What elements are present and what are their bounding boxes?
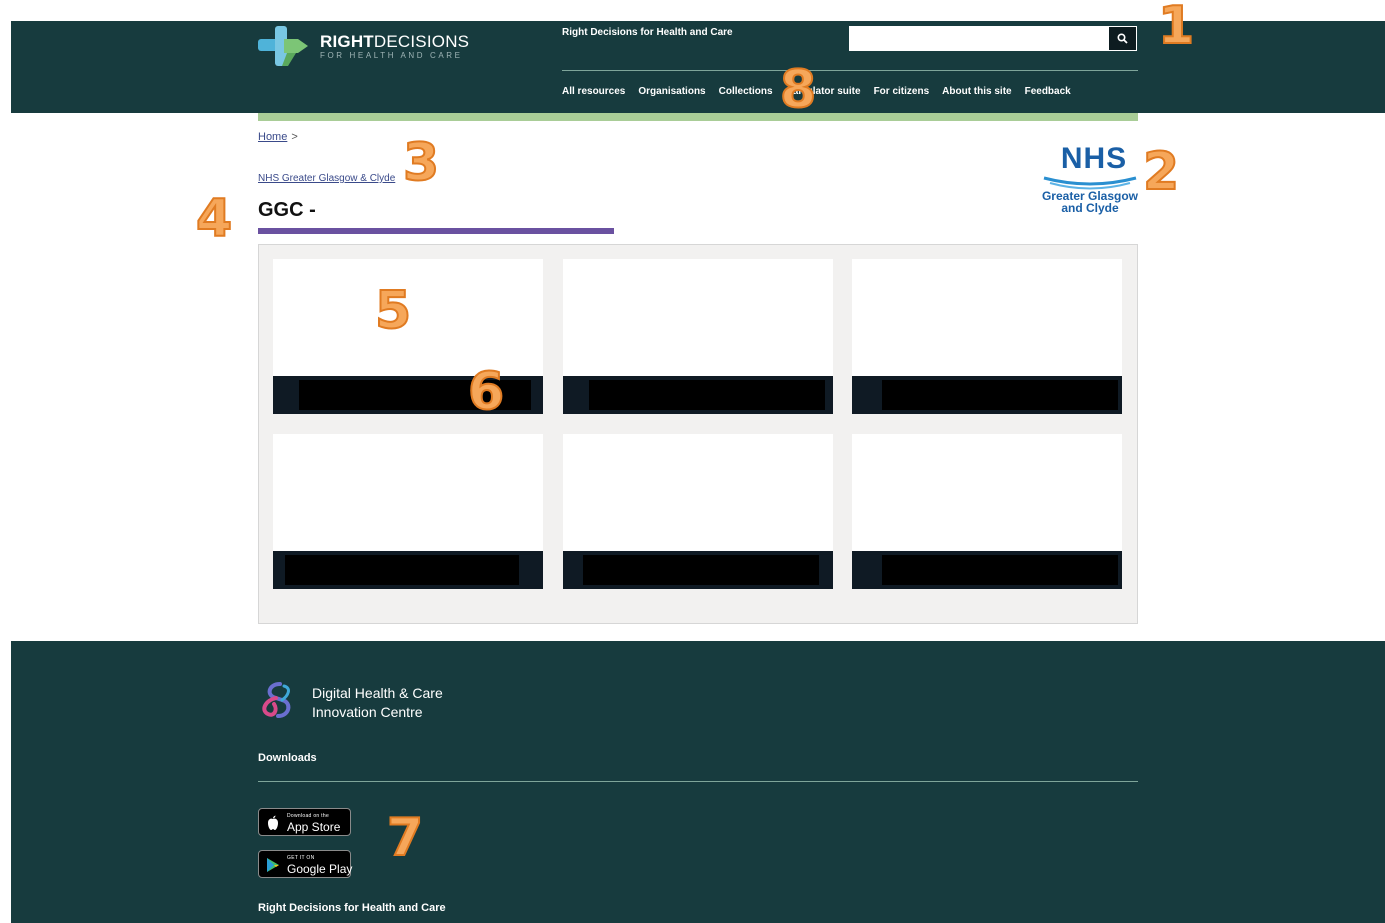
nhs-swoosh-icon	[1043, 176, 1137, 190]
resource-tile[interactable]	[273, 434, 543, 589]
annotation-marker-7: 7	[386, 808, 424, 868]
annotation-marker-5: 5	[374, 281, 412, 341]
dhc-innovation-centre-name: Digital Health & Care Innovation Centre	[312, 684, 443, 722]
search-icon	[1117, 33, 1128, 44]
right-decisions-logo-icon	[258, 26, 308, 66]
tile-label-bar	[563, 551, 833, 589]
google-play-icon	[267, 858, 279, 872]
dhc-line1: Digital Health & Care	[312, 685, 443, 701]
nhs-logo-line2: and Clyde	[1061, 201, 1119, 215]
tile-label-bar	[273, 551, 543, 589]
footer-divider	[258, 781, 1138, 782]
app-store-text: App Store	[287, 820, 341, 834]
title-underline	[258, 228, 614, 234]
search-button[interactable]	[1108, 26, 1137, 51]
tile-label-bar	[563, 376, 833, 414]
page: RIGHTDECISIONS FOR HEALTH AND CARE Right…	[0, 0, 1385, 923]
nhs-logo-letters: NHS	[1060, 142, 1128, 175]
nav-all-resources[interactable]: All resources	[562, 86, 625, 97]
app-store-button[interactable]: Download on the App Store	[258, 808, 351, 836]
dhc-innovation-centre-logo-icon	[262, 682, 291, 718]
google-play-text: Google Play	[287, 862, 353, 876]
nav-divider	[562, 70, 1138, 71]
app-store-small-text: Download on the	[287, 813, 330, 819]
organisation-link[interactable]: NHS Greater Glasgow & Clyde	[258, 173, 395, 184]
annotation-marker-1: 1	[1157, 0, 1195, 56]
tile-label	[583, 555, 819, 585]
tile-label-bar	[852, 376, 1122, 414]
site-footer	[11, 641, 1385, 923]
tile-label	[882, 555, 1118, 585]
nav-for-citizens[interactable]: For citizens	[874, 86, 930, 97]
breadcrumb: Home >	[258, 131, 298, 143]
nav-feedback[interactable]: Feedback	[1025, 86, 1071, 97]
nav-organisations[interactable]: Organisations	[638, 86, 705, 97]
site-title: Right Decisions for Health and Care	[562, 27, 733, 38]
right-decisions-logo[interactable]: RIGHTDECISIONS FOR HEALTH AND CARE	[258, 26, 478, 66]
dhc-line2: Innovation Centre	[312, 704, 423, 720]
nhs-ggc-logo: NHS Greater Glasgow and Clyde	[1034, 144, 1146, 226]
main-nav: All resources Organisations Collections …	[562, 86, 1084, 97]
annotation-marker-2: 2	[1142, 142, 1180, 202]
downloads-heading: Downloads	[258, 752, 317, 764]
annotation-marker-6: 6	[467, 362, 505, 422]
annotation-marker-3: 3	[402, 133, 440, 193]
tile-label	[882, 380, 1118, 410]
resource-tile[interactable]	[563, 434, 833, 589]
google-play-button[interactable]: GET IT ON Google Play	[258, 850, 353, 878]
search-input[interactable]	[849, 26, 1108, 51]
apple-icon	[268, 815, 278, 830]
breadcrumb-home-link[interactable]: Home	[258, 131, 287, 143]
nav-about-this-site[interactable]: About this site	[942, 86, 1011, 97]
logo-tagline: FOR HEALTH AND CARE	[320, 51, 463, 60]
footer-site-title: Right Decisions for Health and Care	[258, 902, 446, 914]
tile-label-bar	[852, 551, 1122, 589]
tile-label	[589, 380, 825, 410]
resource-tile[interactable]	[852, 259, 1122, 414]
nav-collections[interactable]: Collections	[719, 86, 773, 97]
logo-wordmark: RIGHTDECISIONS	[320, 32, 470, 51]
annotation-marker-8: 8	[779, 60, 817, 120]
resource-tile[interactable]	[852, 434, 1122, 589]
page-title: GGC -	[258, 199, 316, 221]
breadcrumb-separator: >	[291, 131, 298, 143]
header-accent-bar	[258, 113, 1138, 121]
resource-tile[interactable]	[563, 259, 833, 414]
annotation-marker-4: 4	[195, 189, 233, 249]
tile-label	[285, 555, 519, 585]
google-play-small-text: GET IT ON	[287, 855, 315, 861]
